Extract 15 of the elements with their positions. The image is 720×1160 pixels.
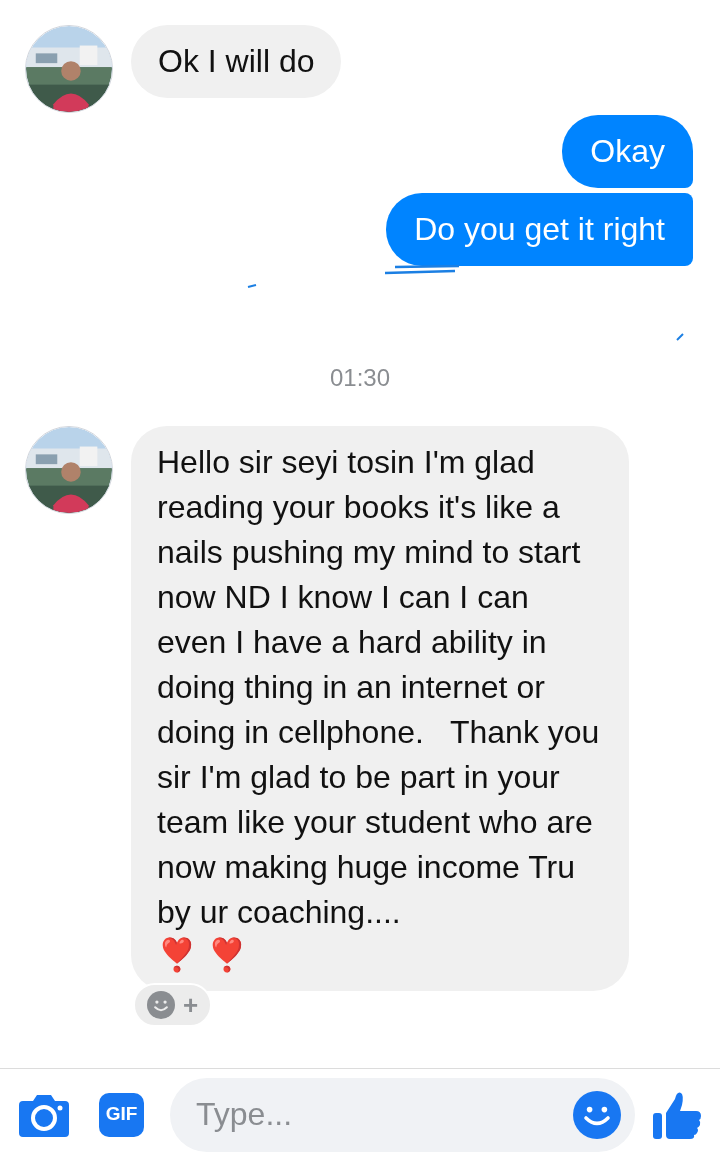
camera-icon[interactable] — [19, 1092, 69, 1137]
message-text: Hello sir seyi tosin I'm glad reading your books it's like a nails pushing my mind to start now ND I know I can I can even I have a hard ability in doing thing in an internet or doing in cellphone. Thank you sir I'm glad to be part in your team like your student who are now making huge income Tru by ur coaching.... — [157, 443, 601, 932]
message-text: Ok I will do — [158, 42, 315, 81]
message-text: Do you get it right — [414, 211, 665, 247]
scribble-mark — [247, 284, 257, 288]
message-text: Okay — [590, 133, 665, 169]
smiley-icon — [147, 991, 175, 1019]
thumbs-up-icon[interactable] — [653, 1090, 701, 1139]
emoji-icon[interactable] — [573, 1090, 621, 1139]
message-input[interactable]: Type... — [170, 1077, 635, 1152]
timestamp: 01:30 — [329, 363, 391, 393]
scribble-mark — [676, 333, 684, 341]
reaction-button[interactable]: + — [133, 983, 213, 1027]
emoji: ❣ ❣ — [157, 935, 249, 975]
gif-button[interactable]: GIF — [99, 1092, 144, 1137]
